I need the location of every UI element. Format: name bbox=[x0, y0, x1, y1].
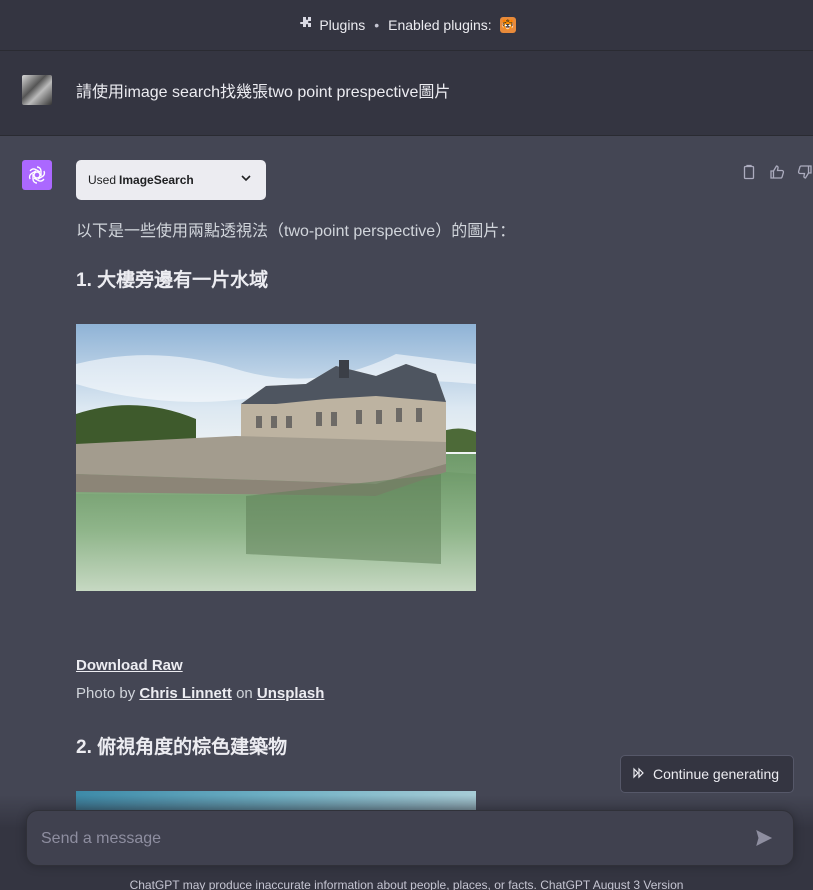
continue-generating-label: Continue generating bbox=[653, 766, 780, 782]
footer-disclaimer: ChatGPT may produce inaccurate informati… bbox=[129, 878, 684, 890]
fast-forward-icon bbox=[633, 766, 645, 782]
item-1-heading: 1. 大樓旁邊有一片水域 bbox=[76, 270, 269, 291]
plugins-label: Plugins bbox=[319, 17, 366, 33]
download-row: Download Raw bbox=[76, 657, 183, 674]
thumbs-up-icon[interactable] bbox=[769, 164, 785, 180]
photo-by-text: Photo by bbox=[76, 685, 136, 702]
assistant-intro-text: 以下是一些使用兩點透視法（two-point perspective）的圖片： bbox=[76, 223, 516, 240]
copy-icon[interactable] bbox=[741, 164, 757, 180]
on-text: on bbox=[236, 685, 253, 702]
user-avatar bbox=[22, 75, 52, 105]
enabled-plugins-label: Enabled plugins: bbox=[388, 17, 492, 33]
puzzle-icon bbox=[297, 16, 313, 35]
chateau-photo bbox=[76, 324, 476, 591]
image-search-plugin-icon: 🐯 bbox=[499, 17, 516, 33]
message-composer bbox=[26, 810, 794, 866]
thumbs-down-icon[interactable] bbox=[797, 164, 813, 180]
message-input[interactable] bbox=[41, 827, 731, 851]
continue-generating-button[interactable]: Continue generating bbox=[620, 755, 794, 793]
tool-used-prefix: Used bbox=[88, 173, 117, 187]
tool-used-dropdown[interactable]: Used ImageSearch bbox=[76, 160, 266, 200]
user-message-row: 請使用image search找幾張two point prespective圖… bbox=[0, 51, 813, 136]
user-message-text: 請使用image search找幾張two point prespective圖… bbox=[76, 84, 451, 101]
download-raw-link[interactable]: Download Raw bbox=[76, 657, 183, 674]
tool-name: ImageSearch bbox=[119, 173, 194, 187]
send-icon[interactable] bbox=[755, 829, 775, 849]
message-actions bbox=[741, 164, 813, 180]
photo-credit: Photo by Chris Linnett on Unsplash bbox=[76, 685, 324, 702]
chatgpt-logo-icon bbox=[22, 160, 52, 190]
photographer-link[interactable]: Chris Linnett bbox=[139, 685, 232, 702]
item-2-heading: 2. 俯視角度的棕色建築物 bbox=[76, 737, 288, 758]
chevron-down-icon bbox=[240, 172, 252, 187]
top-bar: Plugins • Enabled plugins: 🐯 bbox=[0, 0, 813, 51]
separator-dot: • bbox=[374, 17, 380, 33]
unsplash-link[interactable]: Unsplash bbox=[257, 685, 325, 702]
